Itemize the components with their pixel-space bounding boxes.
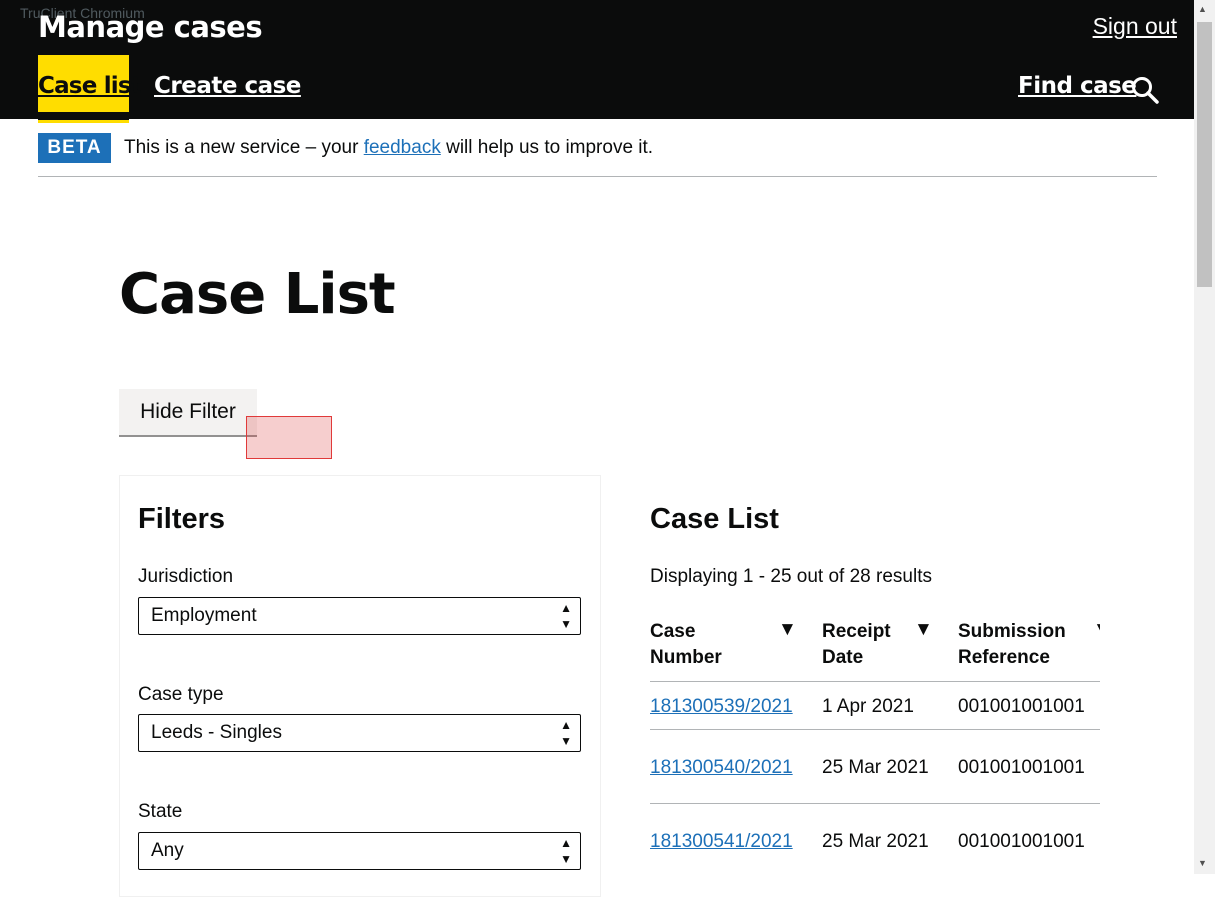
filters-heading: Filters [138,503,226,535]
case-number-link[interactable]: 181300539/2021 [650,696,793,718]
state-select[interactable]: Any ▲ ▼ [138,832,581,870]
hide-filter-button[interactable]: Hide Filter [119,389,257,437]
case-number-link[interactable]: 181300541/2021 [650,831,793,853]
select-arrows-icon: ▲ ▼ [560,718,572,748]
receipt-date-cell: 25 Mar 2021 [822,831,929,852]
state-label: State [138,801,183,822]
state-value: Any [151,840,184,861]
row-divider [650,803,1100,804]
submission-reference-cell: 001001001001 [958,757,1085,778]
row-divider [650,729,1100,730]
submission-reference-cell: 001001001001 [958,831,1085,852]
receipt-date-cell: 1 Apr 2021 [822,696,914,717]
select-arrows-icon: ▲ ▼ [560,601,572,631]
beta-banner-text: This is a new service – your feedback wi… [124,137,654,158]
service-name[interactable]: Manage cases [38,10,263,44]
beta-tag: BETA [38,133,111,163]
jurisdiction-value: Employment [151,605,257,626]
case-type-label: Case type [138,684,224,705]
receipt-date-cell: 25 Mar 2021 [822,757,929,778]
feedback-link[interactable]: feedback [364,137,441,158]
page-title: Case List [119,262,396,327]
sort-receipt-date-icon[interactable]: ▼ [914,619,933,641]
nav-create-case[interactable]: Create case [154,73,301,99]
search-icon[interactable] [1130,76,1160,104]
scrollbar-thumb[interactable] [1197,22,1212,287]
scroll-up-arrow-icon[interactable]: ▲ [1198,4,1207,14]
column-header-receipt-date[interactable]: Receipt Date [822,619,891,671]
sort-case-number-icon[interactable]: ▼ [778,619,797,641]
jurisdiction-select[interactable]: Employment ▲ ▼ [138,597,581,635]
click-marker [246,416,332,459]
results-heading: Case List [650,503,779,535]
submission-reference-cell: 001001001001 [958,696,1085,717]
jurisdiction-label: Jurisdiction [138,566,234,587]
case-type-value: Leeds - Singles [151,722,282,743]
beta-divider [38,176,1157,177]
select-arrows-icon: ▲ ▼ [560,836,572,866]
case-type-select[interactable]: Leeds - Singles ▲ ▼ [138,714,581,752]
case-number-link[interactable]: 181300540/2021 [650,757,793,779]
scroll-down-arrow-icon[interactable]: ▼ [1198,858,1207,868]
table-header-divider [650,681,1100,682]
nav-find-case[interactable]: Find case [1018,73,1137,99]
nav-case-list[interactable]: Case list [38,73,142,99]
results-count: Displaying 1 - 25 out of 28 results [650,566,932,587]
nav-active-underline [38,112,129,120]
sort-submission-reference-icon[interactable]: ▼ [1093,619,1100,641]
column-header-case-number[interactable]: Case Number [650,619,722,671]
sign-out-link[interactable]: Sign out [1093,13,1177,40]
column-header-submission-reference[interactable]: Submission Reference [958,619,1066,671]
